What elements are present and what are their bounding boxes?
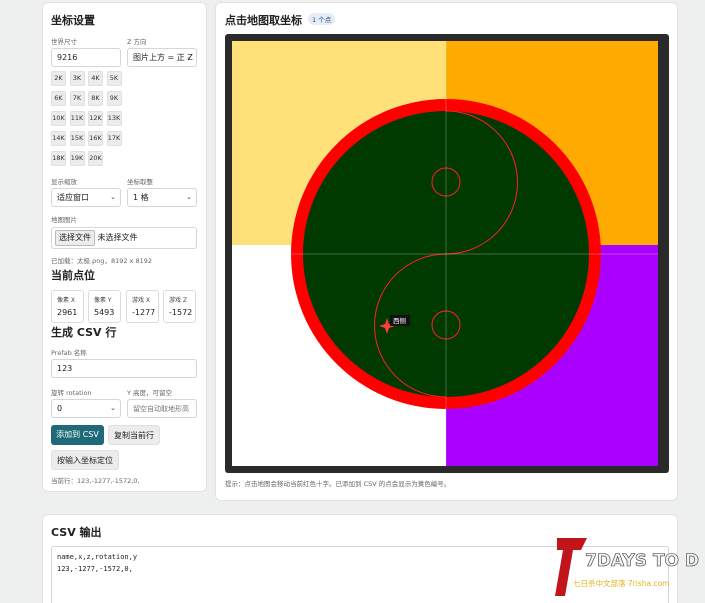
pixel-x-label: 像素 X: [57, 297, 76, 304]
prefab-label: Prefab 名称: [51, 349, 87, 357]
game-z-value: -1572: [169, 308, 193, 317]
file-status: 未选择文件: [97, 233, 138, 242]
world-size-input[interactable]: 9216: [51, 48, 121, 67]
game-x-box: 游戏 X -1277: [126, 290, 159, 323]
chevron-down-icon: ⌄: [110, 193, 116, 201]
size-preset-button[interactable]: 9K: [106, 91, 122, 106]
z-direction-select[interactable]: 图片上方 = 正 Z ⌄: [127, 48, 197, 67]
loaded-info: 已加载：太极.png，8192 x 8192: [51, 257, 153, 265]
watermark-sub: 七日杀中文部落 7risha.com: [573, 578, 669, 588]
chevron-down-icon: ⌄: [186, 53, 192, 61]
size-preset-button[interactable]: 4K: [88, 71, 103, 86]
game-z-box: 游戏 Z -1572: [163, 290, 196, 323]
size-preset-button[interactable]: 2K: [51, 71, 66, 86]
display-scale-select[interactable]: 适应窗口 ⌄: [51, 188, 121, 207]
coord-snap-select[interactable]: 1 格 ⌄: [127, 188, 197, 207]
map-file-input[interactable]: 选择文件 未选择文件: [51, 227, 197, 249]
rotation-select[interactable]: 0 ⌄: [51, 399, 121, 418]
watermark-logo: 7DAYS TO DIE 七日杀中文部落 7risha.com: [555, 536, 705, 598]
size-preset-button[interactable]: 19K: [69, 151, 85, 166]
add-to-csv-button[interactable]: 添加到 CSV: [51, 425, 104, 445]
size-preset-button[interactable]: 5K: [106, 71, 122, 86]
pixel-y-label: 像素 Y: [94, 297, 112, 304]
size-preset-button[interactable]: 15K: [69, 131, 85, 146]
size-preset-button[interactable]: 17K: [106, 131, 122, 146]
size-preset-button[interactable]: 6K: [51, 91, 66, 106]
game-z-label: 游戏 Z: [169, 297, 188, 304]
map-frame: 西侧: [225, 34, 669, 473]
size-preset-button[interactable]: 14K: [51, 131, 66, 146]
prefab-input[interactable]: 123: [51, 359, 197, 378]
size-preset-button[interactable]: 13K: [106, 111, 122, 126]
map-canvas[interactable]: 西侧: [225, 34, 669, 473]
watermark-brand: 7DAYS TO DIE: [585, 551, 700, 571]
point-count-badge: 1 个点: [308, 13, 336, 25]
size-preset-button[interactable]: 20K: [88, 151, 103, 166]
csv-row-title: 生成 CSV 行: [51, 326, 117, 339]
copy-row-button[interactable]: 复制当前行: [108, 425, 160, 445]
size-preset-button[interactable]: 12K: [88, 111, 103, 126]
marker-label: 西侧: [393, 316, 406, 325]
display-scale-value: 适应窗口: [57, 193, 89, 202]
game-x-value: -1277: [132, 308, 156, 317]
locate-by-input-button[interactable]: 按输入坐标定位: [51, 450, 119, 470]
map-title: 点击地图取坐标: [225, 14, 302, 27]
pixel-y-value: 5493: [94, 308, 115, 317]
coord-snap-value: 1 格: [133, 193, 149, 202]
coord-snap-label: 坐标取整: [127, 178, 153, 186]
current-point-title: 当前点位: [51, 269, 95, 282]
y-height-label: Y 高度，可留空: [127, 389, 173, 397]
size-preset-button[interactable]: 7K: [69, 91, 85, 106]
chevron-down-icon: ⌄: [186, 193, 192, 201]
game-x-label: 游戏 X: [132, 297, 151, 304]
current-row-text: 当前行：123,-1277,-1572,0,: [51, 477, 140, 485]
size-preset-button[interactable]: 16K: [88, 131, 103, 146]
size-preset-button[interactable]: 18K: [51, 151, 66, 166]
display-scale-label: 显示缩放: [51, 178, 77, 186]
map-tip: 提示：点击地图会移动当前红色十字。已添加到 CSV 的点会显示为黄色编号。: [225, 480, 451, 488]
z-direction-label: Z 方向: [127, 38, 147, 46]
world-size-label: 世界尺寸: [51, 38, 77, 46]
pixel-x-box: 像素 X 2961: [51, 290, 84, 323]
pixel-y-box: 像素 Y 5493: [88, 290, 121, 323]
rotation-value: 0: [57, 404, 63, 413]
y-height-input[interactable]: [127, 399, 197, 418]
map-image-label: 地图图片: [51, 216, 77, 224]
z-direction-value: 图片上方 = 正 Z: [133, 53, 193, 62]
rotation-label: 旋转 rotation: [51, 389, 92, 397]
settings-title: 坐标设置: [51, 14, 95, 27]
choose-file-button[interactable]: 选择文件: [55, 230, 95, 246]
pixel-x-value: 2961: [57, 308, 78, 317]
size-preset-button[interactable]: 10K: [51, 111, 66, 126]
chevron-down-icon: ⌄: [110, 404, 116, 412]
csv-output-title: CSV 输出: [51, 526, 102, 539]
size-preset-button[interactable]: 3K: [69, 71, 85, 86]
size-preset-button[interactable]: 11K: [69, 111, 85, 126]
size-preset-button[interactable]: 8K: [88, 91, 103, 106]
